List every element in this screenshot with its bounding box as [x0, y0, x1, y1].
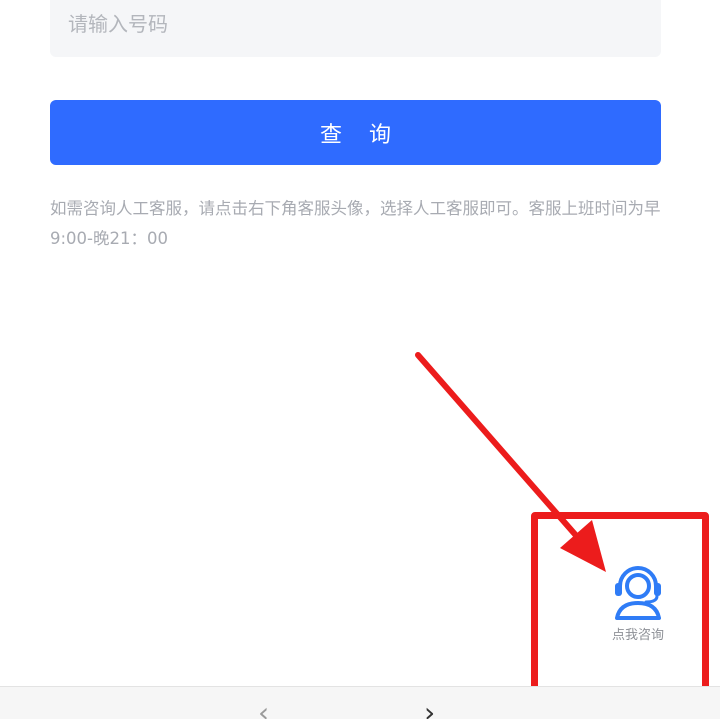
query-button[interactable]: 查 询: [50, 100, 661, 165]
phone-number-input[interactable]: [50, 0, 661, 57]
chevron-left-icon[interactable]: ‹: [258, 699, 288, 719]
chevron-right-icon[interactable]: ›: [424, 699, 454, 719]
arrow-shaft: [415, 352, 583, 543]
customer-service-notice: 如需咨询人工客服，请点击右下角客服头像，选择人工客服即可。客服上班时间为早9:0…: [50, 199, 661, 248]
query-page: 查 询 如需咨询人工客服，请点击右下角客服头像，选择人工客服即可。客服上班时间为…: [0, 0, 720, 719]
browser-bottom-bar: ‹ ›: [0, 686, 720, 719]
customer-service-button[interactable]: 点我咨询: [596, 562, 680, 646]
customer-service-label: 点我咨询: [611, 628, 664, 643]
customer-service-headset-icon: [615, 566, 661, 620]
